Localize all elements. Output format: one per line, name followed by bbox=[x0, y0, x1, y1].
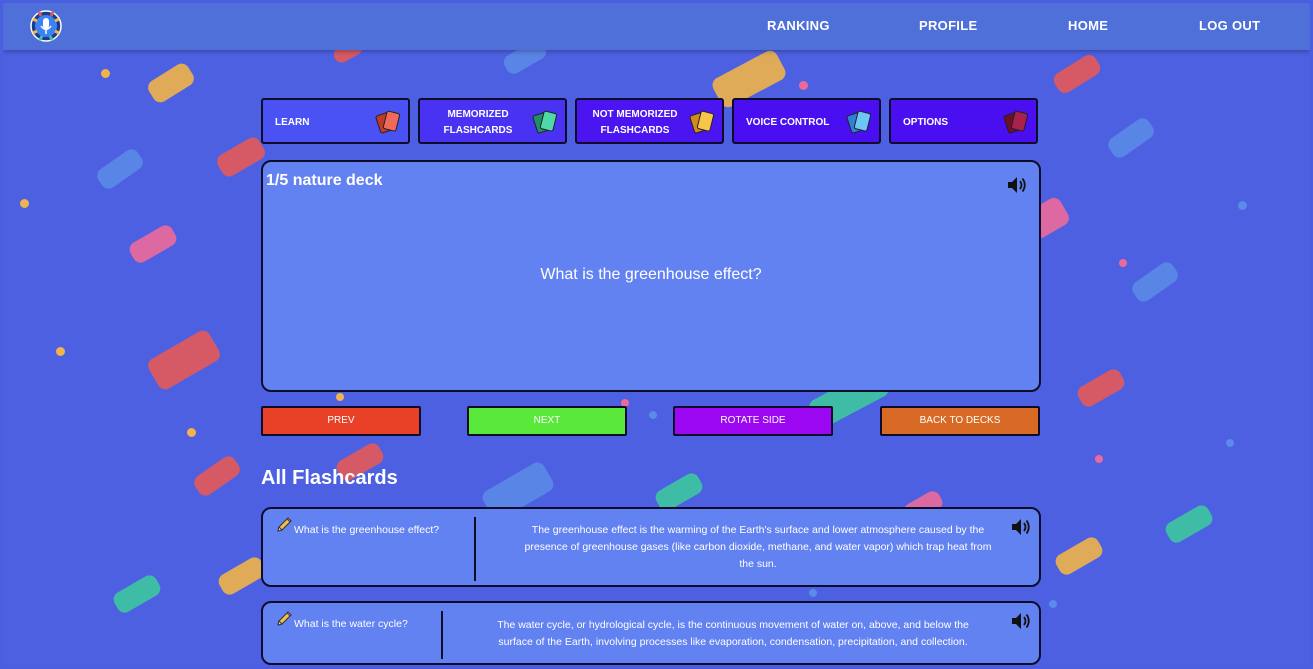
speaker-icon[interactable] bbox=[1011, 518, 1031, 536]
flashcard-back-line1: The water cycle, or hydrological cycle, … bbox=[497, 619, 969, 631]
tab-not-memorized-label: NOT MEMORIZED FLASHCARDS bbox=[577, 107, 693, 139]
tab-options[interactable]: OPTIONS bbox=[889, 98, 1038, 144]
flashcard-back-line2: surface of the Earth, involving processe… bbox=[498, 636, 968, 648]
tab-learn-label: LEARN bbox=[275, 117, 310, 128]
red-cards-icon bbox=[375, 110, 401, 134]
tab-not-memorized-flashcards[interactable]: NOT MEMORIZED FLASHCARDS bbox=[575, 98, 724, 144]
flashcard-front: What is the water cycle? bbox=[294, 618, 408, 630]
nav-home[interactable]: HOME bbox=[1068, 18, 1108, 33]
back-to-decks-button[interactable]: BACK TO DECKS bbox=[880, 406, 1040, 436]
yellow-cards-icon bbox=[689, 110, 715, 134]
card-question: What is the greenhouse effect? bbox=[540, 266, 762, 283]
tab-voice-control-label: VOICE CONTROL bbox=[746, 117, 830, 128]
prev-button[interactable]: PREV bbox=[261, 406, 421, 436]
flashcard-front: What is the greenhouse effect? bbox=[294, 524, 440, 536]
tab-memorized-label: MEMORIZED FLASHCARDS bbox=[420, 107, 536, 139]
tab-memorized-flashcards[interactable]: MEMORIZED FLASHCARDS bbox=[418, 98, 567, 144]
nav-ranking[interactable]: RANKING bbox=[767, 18, 830, 33]
tab-memorized-line2: FLASHCARDS bbox=[443, 125, 513, 136]
speaker-icon[interactable] bbox=[1011, 612, 1031, 630]
pencil-icon[interactable] bbox=[275, 610, 293, 628]
flashcard-back-line2: presence of greenhouse gases (like carbo… bbox=[524, 541, 992, 553]
deck-title: 1/5 nature deck bbox=[266, 172, 383, 189]
flashcard-back-line3: the sun. bbox=[739, 558, 777, 570]
tab-memorized-line1: MEMORIZED bbox=[447, 109, 509, 120]
flashcard-row: What is the water cycle? The water cycle… bbox=[261, 601, 1041, 665]
flashcard-back: The water cycle, or hydrological cycle, … bbox=[453, 617, 1013, 651]
tab-not-memorized-line2: FLASHCARDS bbox=[600, 125, 670, 136]
tab-voice-control[interactable]: VOICE CONTROL bbox=[732, 98, 881, 144]
all-flashcards-title: All Flashcards bbox=[261, 467, 398, 489]
green-cards-icon bbox=[532, 110, 558, 134]
rotate-side-button[interactable]: ROTATE SIDE bbox=[673, 406, 833, 436]
next-button[interactable]: NEXT bbox=[467, 406, 627, 436]
top-navbar: RANKING PROFILE HOME LOG OUT bbox=[3, 3, 1310, 50]
tab-options-label: OPTIONS bbox=[903, 117, 949, 128]
app-window: RANKING PROFILE HOME LOG OUT LEARN MEMOR… bbox=[3, 3, 1310, 666]
nav-log-out[interactable]: LOG OUT bbox=[1199, 18, 1260, 33]
tab-learn[interactable]: LEARN bbox=[261, 98, 410, 144]
flashcard-row: What is the greenhouse effect? The green… bbox=[261, 507, 1041, 587]
microphone-logo-icon[interactable] bbox=[29, 9, 63, 43]
pencil-icon[interactable] bbox=[275, 516, 293, 534]
speaker-icon[interactable] bbox=[1007, 176, 1027, 194]
flashcard-back: The greenhouse effect is the warming of … bbox=[483, 522, 1033, 573]
blue-cards-icon bbox=[846, 110, 872, 134]
flashcard-back-line1: The greenhouse effect is the warming of … bbox=[531, 524, 985, 536]
maroon-cards-icon bbox=[1003, 110, 1029, 134]
tab-not-memorized-line1: NOT MEMORIZED bbox=[592, 109, 678, 120]
flashcard-divider bbox=[441, 611, 443, 659]
flashcard-divider bbox=[474, 517, 476, 581]
nav-profile[interactable]: PROFILE bbox=[919, 18, 977, 33]
study-card[interactable]: 1/5 nature deck What is the greenhouse e… bbox=[261, 160, 1041, 392]
